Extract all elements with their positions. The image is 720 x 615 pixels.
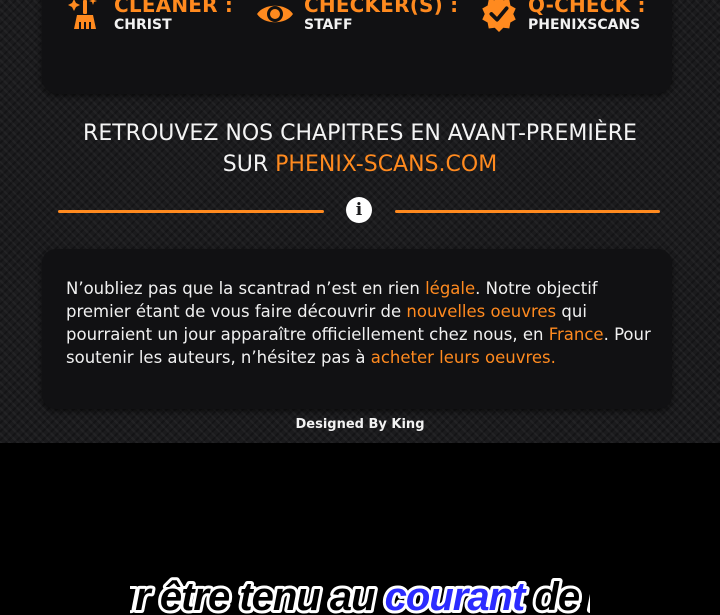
headline-prefix: SUR (222, 152, 276, 177)
disclaimer-part: N’oubliez pas que la scantrad n’est en r… (66, 279, 426, 298)
credit-cleaner: CLEANER : CHRIST (66, 0, 233, 34)
credits-page-panel: CLEANER : CHRIST CHECKER(S) : STAFF Q-CH… (0, 0, 720, 443)
credit-name: CHRIST (114, 17, 172, 33)
credit-name: PHENIXSCANS (528, 17, 641, 33)
banner-text: Pour être tenu au courant de nos (130, 575, 590, 615)
credit-role: Q-CHECK : (528, 0, 646, 17)
highlight-buy-works: acheter leurs oeuvres. (370, 348, 556, 367)
credit-name: STAFF (304, 17, 353, 33)
designer-credit: Designed By King (295, 417, 425, 432)
credit-role: CLEANER : (114, 0, 234, 17)
info-icon: i (346, 197, 372, 223)
highlight-france: France (548, 325, 604, 344)
stay-informed-banner: Pour être tenu au courant de nos Pour êt… (130, 560, 590, 615)
divider-right (395, 210, 660, 213)
credits-card: CLEANER : CHRIST CHECKER(S) : STAFF Q-CH… (42, 0, 672, 94)
headline-line-2: SUR PHENIX-SCANS.COM (0, 149, 720, 180)
advance-chapters-headline: RETROUVEZ NOS CHAPITRES EN AVANT-PREMIÈR… (0, 118, 720, 180)
credit-qcheck: Q-CHECK : PHENIXSCANS (480, 0, 646, 34)
divider-left (58, 210, 324, 213)
disclaimer-text: N’oubliez pas que la scantrad n’est en r… (66, 277, 666, 369)
disclaimer-card: N’oubliez pas que la scantrad n’est en r… (42, 249, 672, 409)
eye-icon (256, 0, 294, 33)
credit-role: CHECKER(S) : (304, 0, 459, 17)
site-link[interactable]: PHENIX-SCANS.COM (275, 152, 497, 177)
headline-line-1: RETROUVEZ NOS CHAPITRES EN AVANT-PREMIÈR… (83, 121, 637, 146)
verified-badge-icon (480, 0, 518, 33)
highlight-new-works: nouvelles oeuvres (406, 302, 557, 321)
credit-checker: CHECKER(S) : STAFF (256, 0, 458, 34)
cleaning-broom-icon (66, 0, 104, 33)
highlight-legale: légale (425, 279, 476, 298)
